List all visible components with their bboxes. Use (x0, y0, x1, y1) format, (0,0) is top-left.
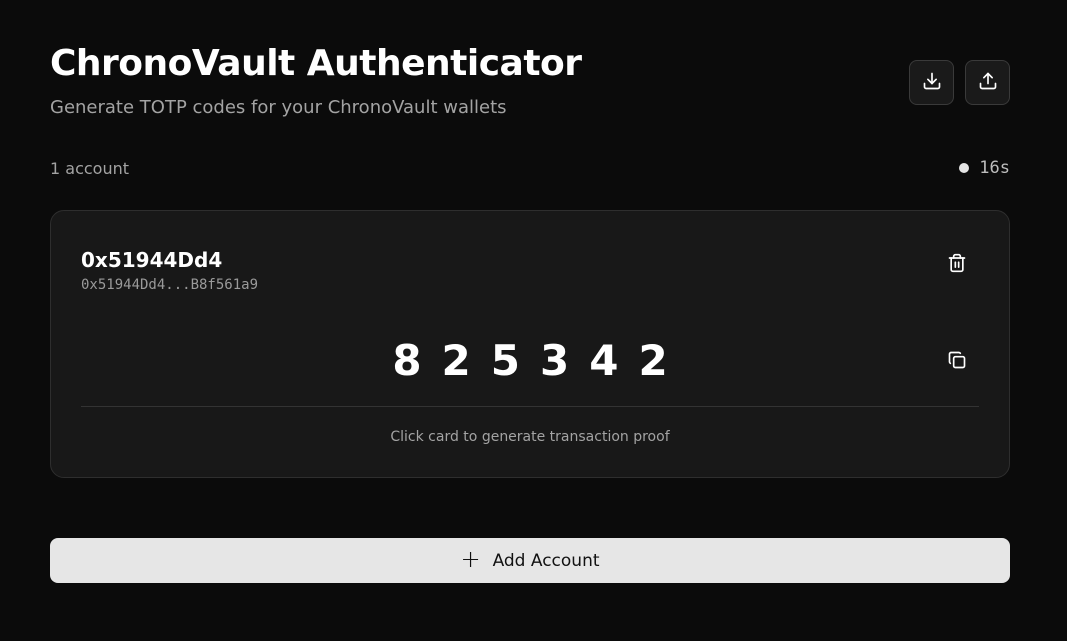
download-icon (922, 71, 942, 95)
upload-icon (978, 71, 998, 95)
status-row: 1 account 16s (50, 156, 1010, 180)
page-title: ChronoVault Authenticator (50, 43, 582, 84)
copy-icon (947, 350, 967, 374)
download-button[interactable] (909, 60, 954, 105)
header-actions (909, 60, 1010, 105)
page-subtitle: Generate TOTP codes for your ChronoVault… (50, 97, 507, 118)
countdown-value: 16s (979, 158, 1010, 178)
copy-code-button[interactable] (945, 350, 969, 374)
card-divider (81, 406, 979, 407)
account-count: 1 account (50, 158, 130, 178)
authenticator-page: ChronoVault Authenticator Generate TOTP … (0, 0, 1067, 641)
add-account-label: Add Account (492, 550, 600, 571)
countdown-timer: 16s (959, 158, 1010, 178)
plus-icon: + (460, 544, 481, 573)
header: ChronoVault Authenticator Generate TOTP … (50, 42, 582, 120)
add-account-button[interactable]: + Add Account (50, 538, 1010, 583)
account-address: 0x51944Dd4...B8f561a9 (81, 277, 259, 293)
trash-icon (947, 253, 967, 277)
card-hint: Click card to generate transaction proof (390, 429, 670, 445)
account-card[interactable]: 0x51944Dd4 0x51944Dd4...B8f561a9 825342 (50, 210, 1010, 478)
timer-dot-icon (959, 163, 970, 173)
upload-button[interactable] (965, 60, 1010, 105)
totp-code: 825342 (392, 336, 688, 385)
account-name: 0x51944Dd4 (81, 248, 223, 272)
delete-account-button[interactable] (945, 253, 969, 277)
